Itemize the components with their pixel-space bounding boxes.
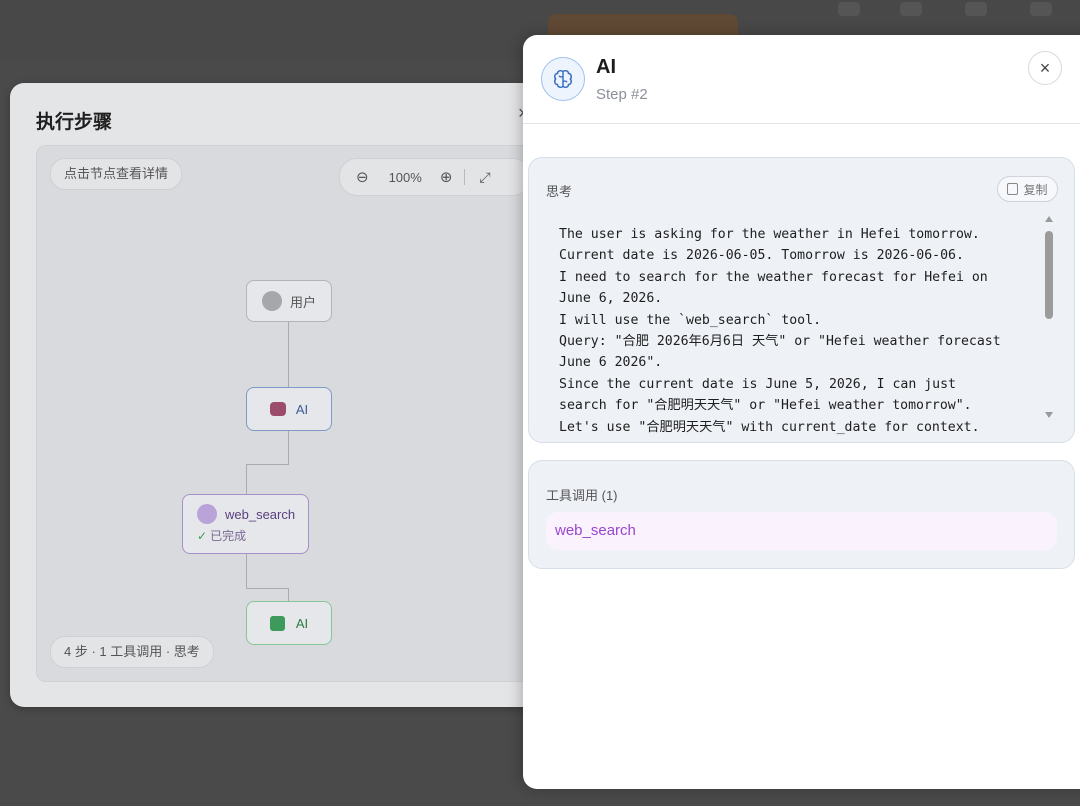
node-label: AI [295,401,309,417]
wrench-icon [197,504,217,524]
zoom-in-icon[interactable]: ⊕ [440,168,453,186]
drawer-header: AI Step #2 × [523,35,1080,124]
user-avatar-icon [261,291,282,311]
robot-icon [269,402,286,416]
node-label: web_search [225,506,296,522]
zoom-level: 100% [388,169,422,185]
drawer-subtitle: Step #2 [596,86,648,103]
zoom-controls: ⊖ 100% ⊕ ⤢ [339,158,531,196]
flow-node-user[interactable]: 用户 [246,280,332,322]
backdrop-icon [1030,2,1052,16]
drawer-title: AI [596,56,616,78]
scroll-up-icon[interactable] [1045,216,1053,222]
flow-edge [288,320,289,387]
copy-label: 复制 [1023,182,1048,197]
thinking-label: 思考 [546,184,573,199]
copy-button[interactable]: 复制 [997,176,1058,202]
copy-icon [1007,183,1019,195]
panel-title: 执行步骤 [36,112,113,133]
canvas-hint: 点击节点查看详情 [50,158,183,190]
thinking-card: 思考 复制 The user is asking for the weather… [528,157,1075,443]
steps-summary: 4 步 · 1 工具调用 · 思考 [50,636,214,668]
node-label: 用户 [289,294,316,310]
flow-edge [246,554,247,588]
scrollbar-thumb[interactable] [1045,231,1053,319]
tool-calls-card: 工具调用 (1) web_search [528,460,1075,569]
flow-edge [288,588,289,601]
fit-view-icon[interactable]: ⤢ [479,169,490,186]
flow-node-tool[interactable]: web_search ✓ 已完成 [182,494,309,554]
checkbox-check-icon [269,615,285,631]
tool-status: 已完成 [210,529,247,543]
zoom-divider [464,169,466,185]
flow-edge [288,429,289,464]
step-detail-drawer: AI Step #2 × 思考 复制 The user is asking fo… [523,35,1080,789]
brain-icon [541,57,585,101]
flow-edge [246,464,289,465]
scroll-down-icon[interactable] [1045,412,1053,418]
check-icon: ✓ [197,529,208,543]
flow-edge [246,464,247,494]
tool-call-item[interactable]: web_search [546,512,1057,550]
flow-canvas[interactable]: 点击节点查看详情 ⊖ 100% ⊕ ⤢ 用户 AI web_search ✓ 已… [36,145,558,682]
thinking-text: The user is asking for the weather in He… [559,227,1001,435]
zoom-out-icon[interactable]: ⊖ [356,168,369,186]
node-label: AI [295,615,309,631]
backdrop-icon [838,2,860,16]
flow-edge [246,588,289,589]
backdrop-icon [965,2,987,16]
flow-node-ai-final[interactable]: AI [246,601,332,645]
flow-node-ai[interactable]: AI [246,387,332,431]
tool-calls-label: 工具调用 (1) [546,488,618,503]
scrollbar[interactable] [1044,216,1054,421]
close-icon[interactable]: × [1028,51,1062,85]
backdrop-icon [900,2,922,16]
execution-steps-panel: 执行步骤 × 点击节点查看详情 ⊖ 100% ⊕ ⤢ 用户 AI [10,83,570,707]
